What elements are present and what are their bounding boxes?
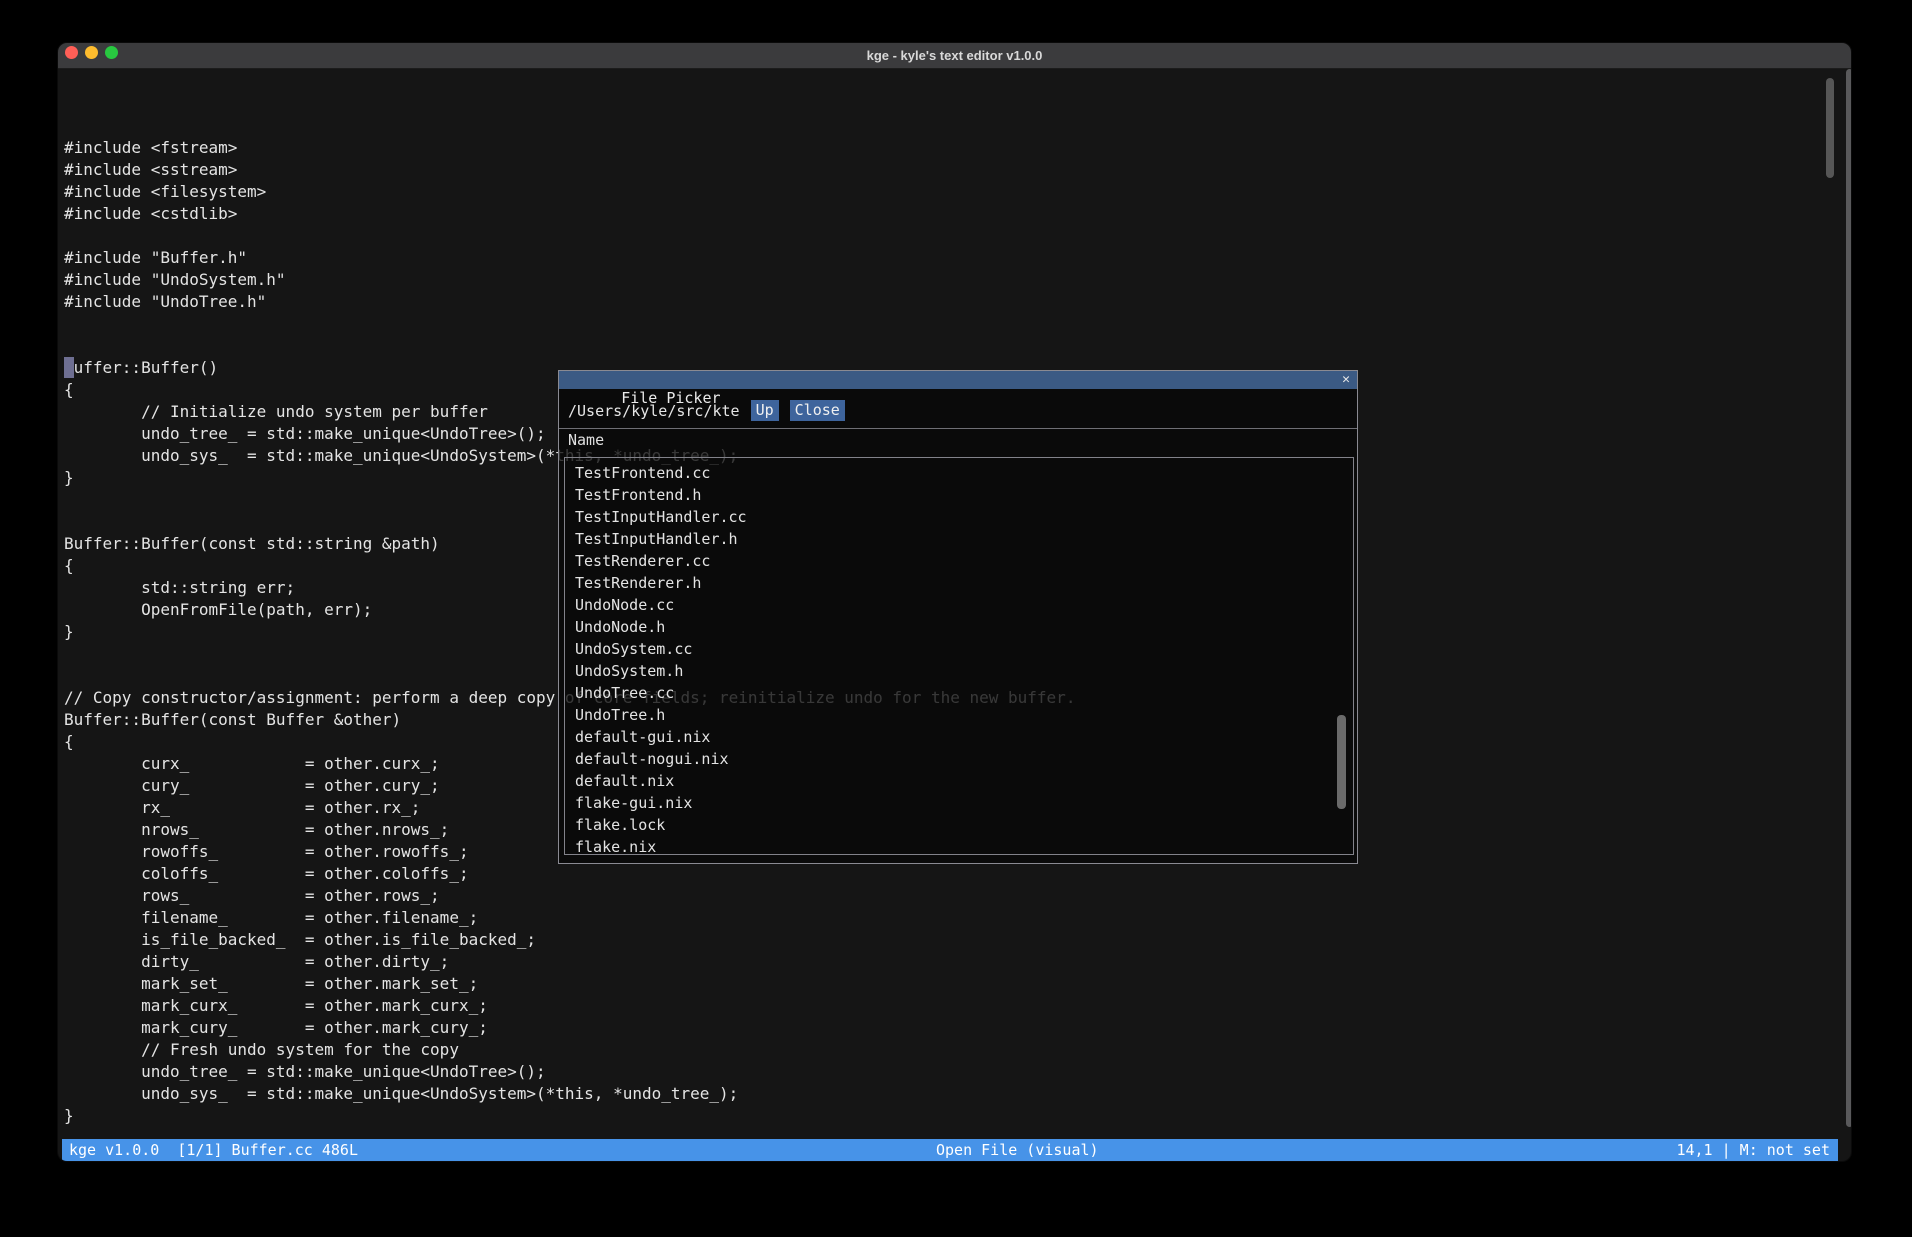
code-line: coloffs_ = other.coloffs_; xyxy=(64,863,1075,885)
file-item[interactable]: UndoNode.h xyxy=(575,616,1353,638)
file-item[interactable]: flake-gui.nix xyxy=(575,792,1353,814)
code-line: } xyxy=(64,1105,1075,1127)
status-file-info: kge v1.0.0 [1/1] Buffer.cc 486L xyxy=(69,1139,358,1162)
code-line: #include <sstream> xyxy=(64,159,1075,181)
window-titlebar: kge - kyle's text editor v1.0.0 xyxy=(58,43,1851,69)
file-list[interactable]: TestFrontend.ccTestFrontend.hTestInputHa… xyxy=(564,457,1354,855)
file-item[interactable]: UndoSystem.h xyxy=(575,660,1353,682)
file-picker-dialog: File Picker ✕ /Users/kyle/src/kte Up Clo… xyxy=(558,370,1358,864)
file-item[interactable]: TestFrontend.cc xyxy=(575,462,1353,484)
file-item[interactable]: TestFrontend.h xyxy=(575,484,1353,506)
text-cursor xyxy=(64,357,74,378)
code-line: filename_ = other.filename_; xyxy=(64,907,1075,929)
code-line: #include "Buffer.h" xyxy=(64,247,1075,269)
file-item[interactable]: default-gui.nix xyxy=(575,726,1353,748)
code-line: dirty_ = other.dirty_; xyxy=(64,951,1075,973)
dialog-separator xyxy=(559,428,1357,429)
file-picker-titlebar: File Picker ✕ xyxy=(559,371,1357,389)
status-bar: kge v1.0.0 [1/1] Buffer.cc 486L Open Fil… xyxy=(62,1139,1838,1162)
file-item[interactable]: UndoTree.cc xyxy=(575,682,1353,704)
status-mode: Open File (visual) xyxy=(936,1139,1099,1162)
code-line: mark_set_ = other.mark_set_; xyxy=(64,973,1075,995)
code-line: is_file_backed_ = other.is_file_backed_; xyxy=(64,929,1075,951)
file-item[interactable]: UndoSystem.cc xyxy=(575,638,1353,660)
file-item[interactable]: TestInputHandler.h xyxy=(575,528,1353,550)
code-line: #include <cstdlib> xyxy=(64,203,1075,225)
current-path: /Users/kyle/src/kte xyxy=(568,402,740,420)
window-scrollbar-track[interactable] xyxy=(1846,69,1852,1127)
close-icon[interactable]: ✕ xyxy=(1342,371,1350,389)
code-line xyxy=(64,335,1075,357)
file-item[interactable]: default-nogui.nix xyxy=(575,748,1353,770)
code-line: #include "UndoSystem.h" xyxy=(64,269,1075,291)
code-line: mark_curx_ = other.mark_curx_; xyxy=(64,995,1075,1017)
code-line: #include <filesystem> xyxy=(64,181,1075,203)
close-button[interactable]: Close xyxy=(790,400,845,421)
up-button[interactable]: Up xyxy=(751,400,779,421)
code-line: #include "UndoTree.h" xyxy=(64,291,1075,313)
code-line: // Fresh undo system for the copy xyxy=(64,1039,1075,1061)
code-line: undo_tree_ = std::make_unique<UndoTree>(… xyxy=(64,1061,1075,1083)
code-line: mark_cury_ = other.mark_cury_; xyxy=(64,1017,1075,1039)
code-line: undo_sys_ = std::make_unique<UndoSystem>… xyxy=(64,1083,1075,1105)
code-line: rows_ = other.rows_; xyxy=(64,885,1075,907)
file-item[interactable]: UndoNode.cc xyxy=(575,594,1353,616)
file-item[interactable]: flake.nix xyxy=(575,836,1353,855)
file-item[interactable]: TestRenderer.cc xyxy=(575,550,1353,572)
file-list-scrollbar-thumb[interactable] xyxy=(1337,715,1346,809)
file-item[interactable]: default.nix xyxy=(575,770,1353,792)
editor-scrollbar-thumb[interactable] xyxy=(1826,78,1834,178)
app-window: #include <fstream>#include <sstream>#inc… xyxy=(57,42,1852,1162)
file-picker-path-row: /Users/kyle/src/kte Up Close xyxy=(568,400,845,421)
code-line: #include <fstream> xyxy=(64,137,1075,159)
status-cursor-position: 14,1 | M: not set xyxy=(1676,1139,1830,1162)
file-item[interactable]: UndoTree.h xyxy=(575,704,1353,726)
window-title: kge - kyle's text editor v1.0.0 xyxy=(58,43,1851,69)
name-column-header: Name xyxy=(568,431,604,449)
code-line xyxy=(64,313,1075,335)
file-item[interactable]: flake.lock xyxy=(575,814,1353,836)
code-line xyxy=(64,225,1075,247)
file-item[interactable]: TestInputHandler.cc xyxy=(575,506,1353,528)
file-item[interactable]: TestRenderer.h xyxy=(575,572,1353,594)
